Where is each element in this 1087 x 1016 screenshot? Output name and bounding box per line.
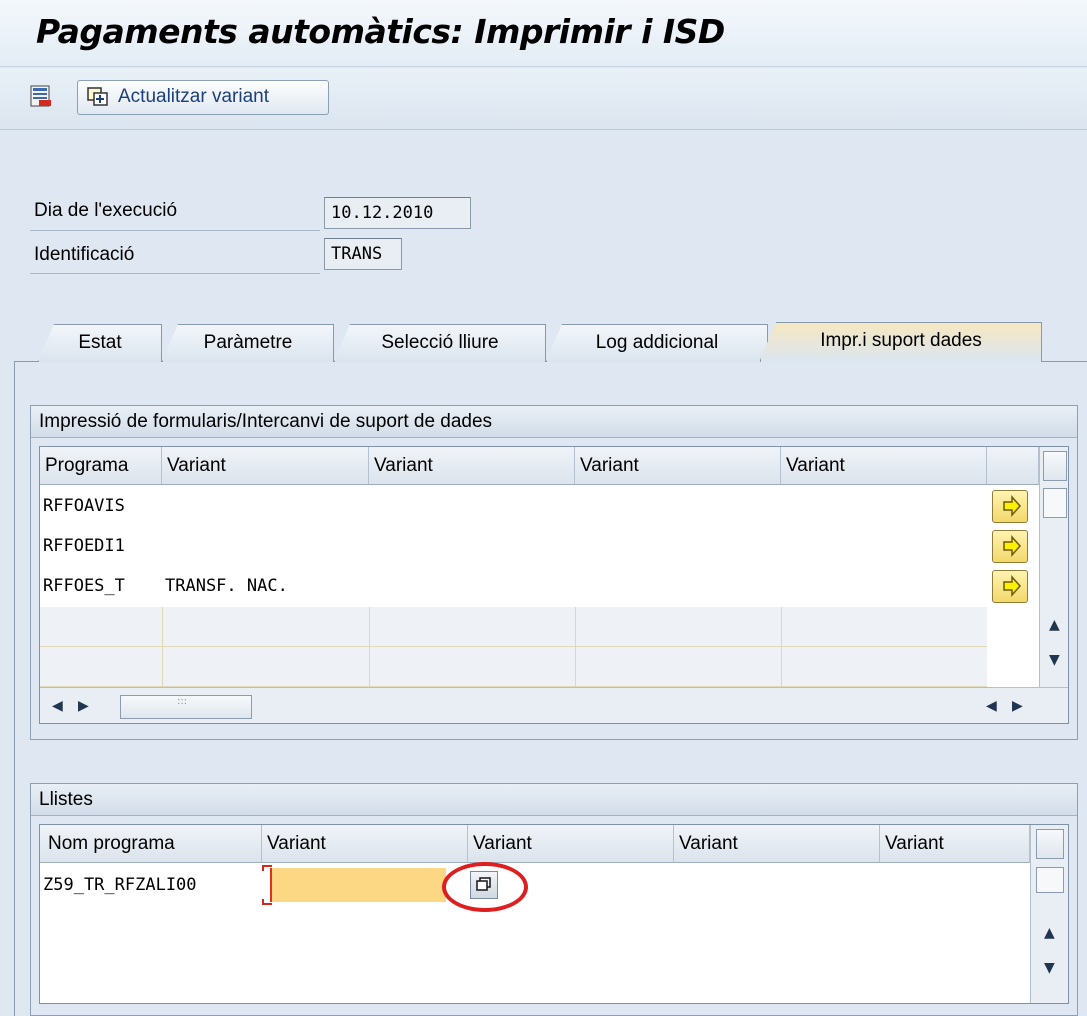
lists-group-title: Llistes xyxy=(31,784,1077,816)
tab-label: Selecció lliure xyxy=(381,332,499,353)
tab-label: Paràmetre xyxy=(203,332,293,353)
table-row-variant[interactable] xyxy=(162,526,562,566)
column-header-variant-2[interactable]: Variant xyxy=(369,447,575,485)
scroll-thumb[interactable] xyxy=(1043,488,1067,518)
column-divider xyxy=(369,607,370,687)
tab-status[interactable]: Estat xyxy=(38,324,162,362)
required-field-marker xyxy=(262,865,272,871)
scroll-left-icon[interactable]: ◀ xyxy=(986,698,997,714)
column-settings-button[interactable] xyxy=(1043,451,1067,481)
column-header-program[interactable]: Programa xyxy=(40,447,162,485)
empty-table-row xyxy=(40,647,987,687)
save-as-variant-icon[interactable] xyxy=(30,85,52,107)
tab-parameters[interactable]: Paràmetre xyxy=(162,324,334,362)
window-title: Pagaments automàtics: Imprimir i ISD xyxy=(36,12,725,51)
tab-additional-log[interactable]: Log addicional xyxy=(546,324,768,362)
table-row-program[interactable]: Z59_TR_RFZALI00 xyxy=(40,865,262,905)
column-header-variant-1[interactable]: Variant xyxy=(162,447,369,485)
column-header-variant-4[interactable]: Variant xyxy=(880,825,1030,863)
lists-programs-table: Nom programa Variant Variant Variant Var… xyxy=(39,824,1069,1004)
arrow-right-icon xyxy=(1003,535,1022,557)
scroll-left-icon[interactable]: ◀ xyxy=(52,698,63,714)
arrow-right-icon xyxy=(1003,495,1022,517)
table-row-variant[interactable] xyxy=(162,486,562,526)
scroll-thumb[interactable] xyxy=(1036,867,1064,893)
identification-label: Identificació xyxy=(34,244,135,265)
column-header-variant-3[interactable]: Variant xyxy=(575,447,781,485)
tab-label: Log addicional xyxy=(595,332,719,353)
tab-label: Impr.i suport dades xyxy=(820,330,982,351)
scroll-right-icon[interactable]: ▶ xyxy=(1012,698,1023,714)
variant-copy-icon xyxy=(86,86,110,108)
column-header-variant-2[interactable]: Variant xyxy=(468,825,674,863)
lists-group: Llistes Nom programa Variant Variant Var… xyxy=(30,783,1078,1016)
column-header-variant-3[interactable]: Variant xyxy=(674,825,880,863)
vertical-scrollbar[interactable]: ▲ ▼ xyxy=(1039,447,1068,687)
tab-free-selection[interactable]: Selecció lliure xyxy=(334,324,546,362)
print-programs-table: Programa Variant Variant Variant Variant… xyxy=(39,446,1069,724)
column-settings-button[interactable] xyxy=(1036,829,1064,859)
column-header-variant-4[interactable]: Variant xyxy=(781,447,987,485)
required-field-marker xyxy=(262,899,272,905)
print-forms-group-title: Impressió de formularis/Intercanvi de su… xyxy=(31,406,1077,438)
tab-print-data-medium[interactable]: Impr.i suport dades xyxy=(760,322,1042,362)
run-date-label: Dia de l'execució xyxy=(34,200,178,221)
row-detail-arrow-button[interactable] xyxy=(992,570,1028,603)
column-divider xyxy=(575,607,576,687)
row-detail-arrow-button[interactable] xyxy=(992,490,1028,523)
column-divider xyxy=(781,607,782,687)
scroll-up-icon[interactable]: ▲ xyxy=(1049,617,1060,633)
label-underline xyxy=(30,273,320,274)
print-forms-group: Impressió de formularis/Intercanvi de su… xyxy=(30,405,1078,740)
table-row-program[interactable]: RFFOEDI1 xyxy=(40,526,162,566)
column-divider xyxy=(162,607,163,687)
scroll-up-icon[interactable]: ▲ xyxy=(1044,925,1055,941)
vertical-scrollbar[interactable]: ▲ ▼ xyxy=(1030,825,1068,1003)
update-variant-label: Actualitzar variant xyxy=(118,86,270,107)
highlight-annotation xyxy=(442,862,528,912)
table-row-variant[interactable]: TRANSF. NAC. xyxy=(162,566,562,606)
horizontal-scroll-thumb[interactable]: ::: xyxy=(120,695,252,719)
run-date-field: 10.12.2010 xyxy=(324,197,471,229)
tab-label: Estat xyxy=(78,332,122,353)
column-header-program-name[interactable]: Nom programa xyxy=(40,825,262,863)
variant-input[interactable] xyxy=(270,868,446,902)
title-bar: Pagaments automàtics: Imprimir i ISD xyxy=(0,0,1087,67)
identification-field: TRANS xyxy=(324,238,402,270)
column-header-variant-1[interactable]: Variant xyxy=(262,825,468,863)
row-detail-arrow-button[interactable] xyxy=(992,530,1028,563)
update-variant-button[interactable]: Actualitzar variant xyxy=(77,80,329,115)
arrow-right-icon xyxy=(1003,575,1022,597)
table-row-program[interactable]: RFFOAVIS xyxy=(40,486,162,526)
horizontal-scrollbar[interactable]: ◀ ▶ ::: ◀ ▶ xyxy=(40,687,1068,723)
scroll-right-icon[interactable]: ▶ xyxy=(78,698,89,714)
empty-table-row xyxy=(40,607,987,647)
table-row-program[interactable]: RFFOES_T xyxy=(40,566,162,606)
scroll-down-icon[interactable]: ▼ xyxy=(1049,652,1060,668)
scroll-down-icon[interactable]: ▼ xyxy=(1044,960,1055,976)
label-underline xyxy=(30,230,320,231)
column-header-spacer xyxy=(987,447,1039,485)
